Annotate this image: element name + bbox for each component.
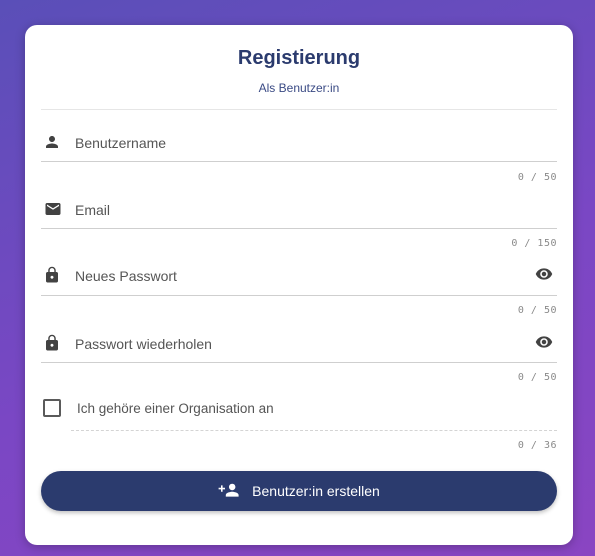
- organisation-label[interactable]: Ich gehöre einer Organisation an: [77, 401, 274, 416]
- eye-icon[interactable]: [533, 333, 555, 356]
- registration-card: Registierung Als Benutzer:in Benutzernam…: [25, 25, 573, 545]
- lock-icon: [43, 265, 61, 290]
- organisation-counter: 0 / 36: [517, 440, 557, 451]
- new-password-field[interactable]: Neues Passwort 0 / 50: [41, 259, 557, 317]
- create-user-button[interactable]: Benutzer:in erstellen: [41, 471, 557, 511]
- new-password-label: Neues Passwort: [75, 268, 177, 284]
- repeat-password-counter: 0 / 50: [517, 372, 557, 383]
- username-counter: 0 / 50: [517, 172, 557, 183]
- person-add-icon: [218, 483, 240, 499]
- email-label: Email: [75, 202, 111, 218]
- create-user-button-label: Benutzer:in erstellen: [252, 483, 380, 499]
- username-underline: [41, 161, 557, 162]
- repeat-password-underline: [41, 362, 557, 363]
- header-divider: [41, 109, 557, 110]
- eye-icon[interactable]: [533, 265, 555, 288]
- repeat-password-label: Passwort wiederholen: [75, 336, 212, 352]
- organisation-underline: [71, 430, 557, 431]
- organisation-checkbox[interactable]: [43, 399, 61, 417]
- lock-icon: [43, 333, 61, 358]
- person-icon: [43, 133, 61, 156]
- page-subtitle: Als Benutzer:in: [258, 81, 340, 95]
- new-password-underline: [41, 295, 557, 296]
- repeat-password-field[interactable]: Passwort wiederholen 0 / 50: [41, 327, 557, 385]
- username-label: Benutzername: [75, 135, 167, 151]
- page-title: Registierung: [237, 47, 361, 69]
- mail-icon: [43, 200, 63, 223]
- email-underline: [41, 228, 557, 229]
- new-password-counter: 0 / 50: [517, 305, 557, 316]
- email-field[interactable]: Email 0 / 150: [41, 193, 557, 251]
- email-counter: 0 / 150: [511, 238, 557, 249]
- username-field[interactable]: Benutzername 0 / 50: [41, 125, 557, 183]
- organisation-field: Ich gehöre einer Organisation an 0 / 36: [41, 397, 557, 461]
